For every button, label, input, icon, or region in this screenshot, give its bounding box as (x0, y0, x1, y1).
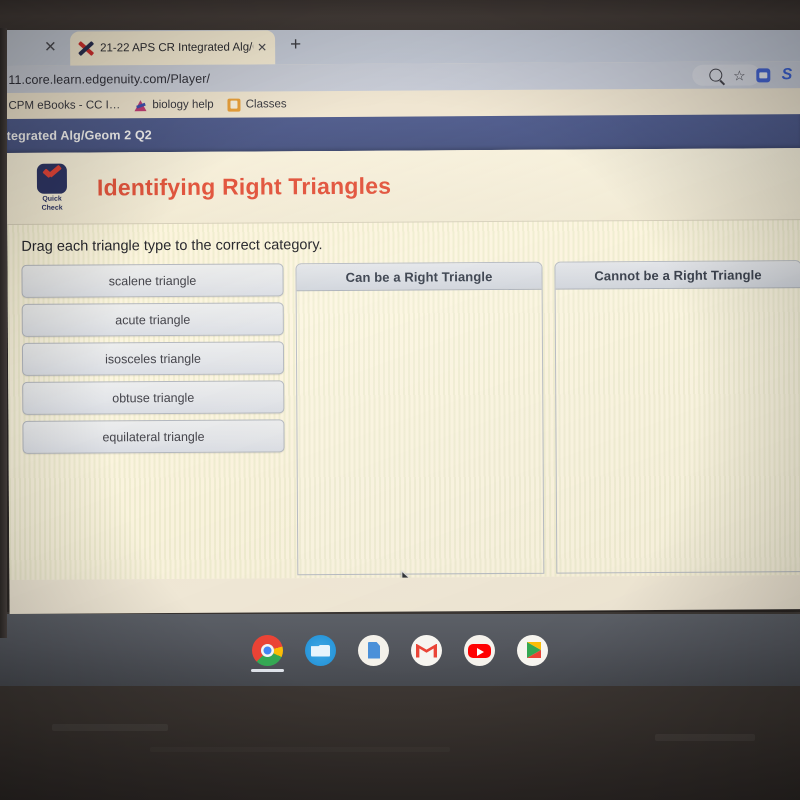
youtube-icon[interactable] (464, 634, 495, 666)
draggable-tile-list: scalene triangle acute triangle isoscele… (21, 263, 285, 577)
draggable-tile[interactable]: acute triangle (21, 302, 284, 337)
drop-zone-header: Can be a Right Triangle (296, 262, 542, 292)
mouse-cursor-icon (401, 570, 414, 580)
play-store-icon[interactable] (517, 634, 548, 666)
draggable-tile[interactable]: scalene triangle (21, 263, 284, 298)
keyboard-highlight (150, 747, 450, 752)
left-tab-close-icon[interactable]: ✕ (44, 39, 57, 56)
draggable-tile[interactable]: equilateral triangle (22, 419, 285, 454)
bookmark-cpm-ebooks[interactable]: CPM eBooks - CC I… (8, 99, 120, 112)
bookmark-site-icon (134, 99, 147, 112)
bookmark-biology-help[interactable]: biology help (134, 98, 213, 111)
browser-tab-title: 21-22 APS CR Integrated Alg/Geo (100, 41, 254, 55)
edgenuity-x-favicon-icon (78, 40, 95, 57)
keyboard-highlight (52, 724, 168, 731)
draggable-tile[interactable]: obtuse triangle (22, 380, 285, 415)
draggable-tile[interactable]: isosceles triangle (21, 341, 285, 376)
drag-drop-board: scalene triangle acute triangle isoscele… (7, 260, 800, 577)
classroom-icon (227, 98, 241, 112)
browser-tab[interactable]: 21-22 APS CR Integrated Alg/Geo ✕ (70, 30, 276, 66)
new-tab-button[interactable]: + (290, 34, 301, 55)
page-title: Identifying Right Triangles (96, 172, 392, 201)
active-app-indicator (251, 669, 284, 672)
keyboard-highlight (655, 734, 755, 741)
drop-zone-body[interactable] (297, 290, 544, 575)
bookmark-label: CPM eBooks - CC I… (8, 99, 121, 112)
drop-zone-cannot-be-right-triangle[interactable]: Cannot be a Right Triangle (554, 260, 800, 574)
lesson-content: Quick Check Identifying Right Triangles … (6, 148, 800, 580)
extension-icon[interactable] (756, 67, 771, 82)
bookmark-star-icon[interactable]: ☆ (733, 67, 746, 83)
quick-check-label-line2: Check (41, 204, 63, 212)
address-bar-url[interactable]: 11.core.learn.edgenuity.com/Player/ (6, 71, 210, 86)
taskbar (0, 614, 800, 686)
drop-zone-can-be-right-triangle[interactable]: Can be a Right Triangle (295, 261, 545, 576)
omnibox-icons: ☆ S (709, 61, 792, 89)
files-icon[interactable] (305, 634, 336, 666)
bookmark-classes[interactable]: Classes (227, 98, 287, 112)
instruction-text: Drag each triangle type to the correct c… (21, 237, 323, 255)
laptop-screen: ✕ 21-22 APS CR Integrated Alg/Geo ✕ + 11… (6, 23, 800, 614)
drop-zone-header: Cannot be a Right Triangle (555, 261, 800, 290)
chrome-icon[interactable] (251, 634, 284, 672)
laptop-photo: ✕ 21-22 APS CR Integrated Alg/Geo ✕ + 11… (0, 0, 800, 800)
laptop-left-bezel (0, 28, 7, 638)
laptop-top-bezel (0, 0, 800, 30)
breadcrumb: tegrated Alg/Geom 2 Q2 (6, 128, 152, 143)
quick-check-badge: Quick Check (29, 164, 75, 212)
gmail-icon[interactable] (411, 634, 442, 666)
course-app-bar: tegrated Alg/Geom 2 Q2 (6, 114, 800, 153)
close-icon[interactable]: ✕ (257, 40, 267, 54)
shortcut-s-icon[interactable]: S (782, 66, 793, 83)
docs-icon[interactable] (358, 634, 389, 666)
bookmark-label: biology help (152, 98, 214, 112)
drop-zone-body[interactable] (556, 288, 800, 573)
bookmark-label: Classes (245, 98, 287, 111)
lesson-header: Quick Check Identifying Right Triangles (6, 148, 800, 225)
checkmark-icon (36, 164, 68, 195)
omnibox-row: 11.core.learn.edgenuity.com/Player/ ☆ S (6, 61, 800, 93)
zoom-icon[interactable] (709, 68, 723, 82)
quick-check-label-line1: Quick (42, 196, 62, 204)
